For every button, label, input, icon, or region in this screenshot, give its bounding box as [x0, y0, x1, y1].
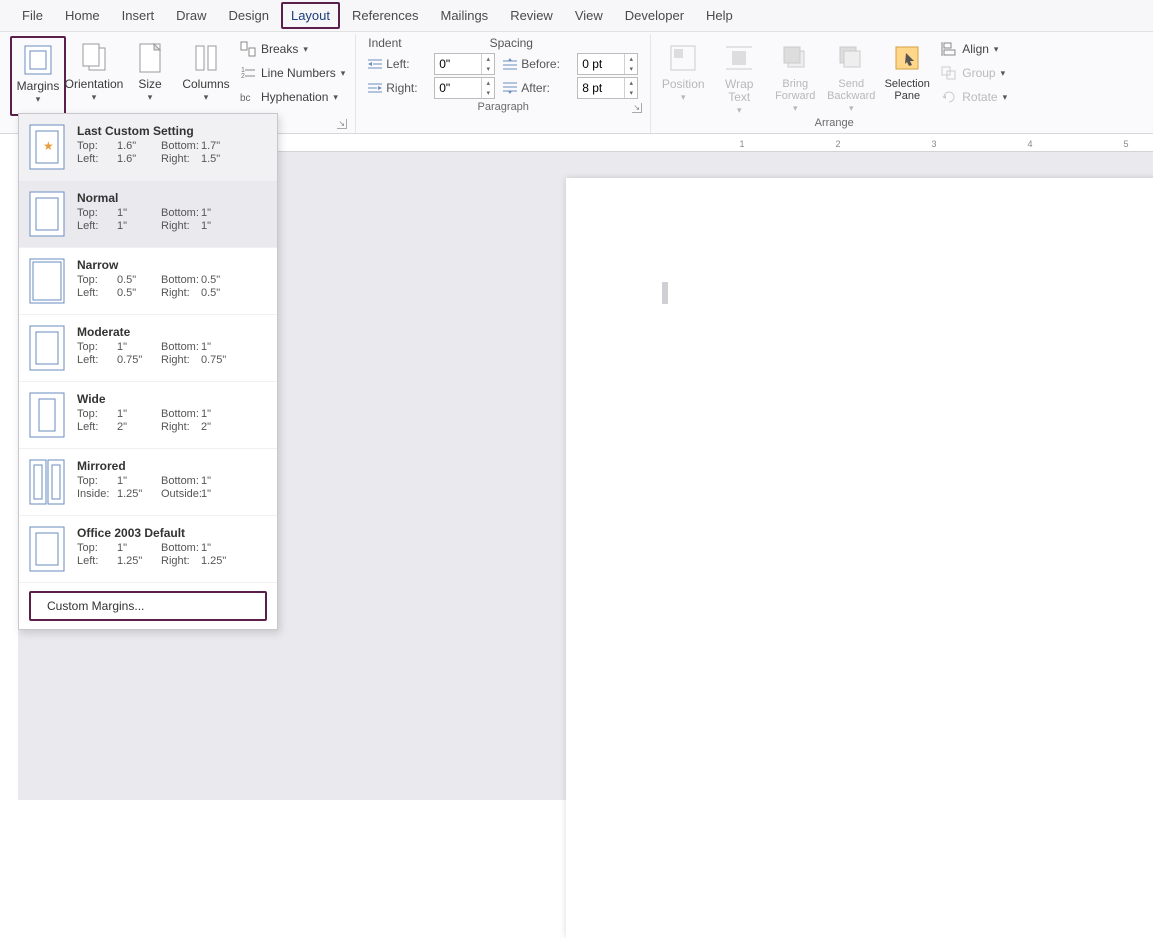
ruler-tick: 2 — [835, 139, 840, 149]
selection-pane-button[interactable]: Selection Pane — [879, 36, 935, 116]
margin-option-title: Last Custom Setting — [77, 124, 267, 138]
rotate-icon — [941, 90, 957, 104]
margins-icon — [23, 42, 53, 78]
margin-option-title: Normal — [77, 191, 267, 205]
spacing-before-input[interactable]: ▴▾ — [577, 53, 638, 75]
margins-option-moderate[interactable]: ModerateTop:1"Left:0.75"Bottom:1"Right:0… — [19, 315, 277, 382]
hyphenation-icon: bc — [240, 89, 256, 105]
spacing-after-label: After: — [503, 81, 569, 95]
position-button: Position▾ — [655, 36, 711, 116]
tab-view[interactable]: View — [565, 2, 613, 29]
margin-thumb-icon: ★ — [29, 124, 65, 170]
margin-option-title: Office 2003 Default — [77, 526, 267, 540]
margins-option-normal[interactable]: NormalTop:1"Left:1"Bottom:1"Right:1" — [19, 181, 277, 248]
ruler-tick: 5 — [1123, 139, 1128, 149]
ruler-tick: 1 — [739, 139, 744, 149]
tab-home[interactable]: Home — [55, 2, 110, 29]
spacing-before-label: Before: — [503, 57, 569, 71]
spacing-before-icon — [503, 58, 517, 70]
send-backward-icon — [836, 40, 866, 76]
line-numbers-button[interactable]: 12 Line Numbers▾ — [240, 62, 345, 84]
indent-left-label: Left: — [368, 57, 426, 71]
position-icon — [668, 40, 698, 76]
indent-left-input[interactable]: ▴▾ — [434, 53, 495, 75]
margin-option-title: Mirrored — [77, 459, 267, 473]
wrap-text-icon — [724, 40, 754, 76]
spacing-after-icon — [503, 82, 517, 94]
group-label-paragraph: Paragraph↘ — [360, 100, 646, 115]
margin-thumb-icon — [29, 325, 65, 371]
custom-margins-button[interactable]: Custom Margins... — [29, 591, 267, 621]
selection-pane-icon — [892, 40, 922, 76]
tab-design[interactable]: Design — [219, 2, 279, 29]
svg-text:2: 2 — [241, 73, 245, 80]
orientation-button[interactable]: Orientation ▾ — [66, 36, 122, 116]
indent-header: Indent — [368, 36, 401, 50]
margin-thumb-icon — [29, 392, 65, 438]
margin-option-title: Moderate — [77, 325, 267, 339]
tab-review[interactable]: Review — [500, 2, 563, 29]
group-label-arrange: Arrange — [655, 116, 1013, 131]
margins-option-wide[interactable]: WideTop:1"Left:2"Bottom:1"Right:2" — [19, 382, 277, 449]
size-button[interactable]: Size ▾ — [122, 36, 178, 116]
group-arrange: Position▾ Wrap Text▾ Bring Forward▾ Send… — [651, 34, 1017, 133]
margin-option-title: Wide — [77, 392, 267, 406]
margin-thumb-icon — [29, 258, 65, 304]
margin-thumb-icon — [29, 191, 65, 237]
tab-layout[interactable]: Layout — [281, 2, 340, 29]
margins-option-last-custom-setting[interactable]: ★Last Custom SettingTop:1.6"Left:1.6"Bot… — [19, 114, 277, 181]
indent-right-icon — [368, 82, 382, 94]
menu-bar: File Home Insert Draw Design Layout Refe… — [0, 0, 1153, 32]
spacing-after-input[interactable]: ▴▾ — [577, 77, 638, 99]
breaks-icon — [240, 41, 256, 57]
align-icon — [941, 42, 957, 56]
orientation-icon — [79, 40, 109, 76]
wrap-text-button: Wrap Text▾ — [711, 36, 767, 116]
chevron-down-icon: ▾ — [36, 94, 41, 105]
margins-option-narrow[interactable]: NarrowTop:0.5"Left:0.5"Bottom:0.5"Right:… — [19, 248, 277, 315]
tab-developer[interactable]: Developer — [615, 2, 694, 29]
bring-forward-icon — [780, 40, 810, 76]
indent-right-label: Right: — [368, 81, 426, 95]
dialog-launcher-paragraph[interactable]: ↘ — [632, 103, 642, 113]
columns-button[interactable]: Columns ▾ — [178, 36, 234, 116]
rotate-button: Rotate▾ — [941, 86, 1007, 108]
margin-thumb-icon — [29, 459, 65, 505]
margins-label: Margins — [17, 80, 60, 93]
margins-option-office-2003-default[interactable]: Office 2003 DefaultTop:1"Left:1.25"Botto… — [19, 516, 277, 583]
tab-insert[interactable]: Insert — [112, 2, 165, 29]
columns-icon — [192, 40, 220, 76]
indent-right-input[interactable]: ▴▾ — [434, 77, 495, 99]
send-backward-button: Send Backward▾ — [823, 36, 879, 116]
tab-file[interactable]: File — [12, 2, 53, 29]
document-page[interactable] — [566, 178, 1153, 938]
margin-option-title: Narrow — [77, 258, 267, 272]
margins-dropdown: ★Last Custom SettingTop:1.6"Left:1.6"Bot… — [18, 113, 278, 630]
ruler-tick: 3 — [931, 139, 936, 149]
tab-references[interactable]: References — [342, 2, 428, 29]
text-cursor — [662, 282, 668, 304]
bring-forward-button: Bring Forward▾ — [767, 36, 823, 116]
dialog-launcher-page-setup[interactable]: ↘ — [337, 119, 347, 129]
margins-option-mirrored[interactable]: MirroredTop:1"Inside:1.25"Bottom:1"Outsi… — [19, 449, 277, 516]
spacing-header: Spacing — [490, 36, 533, 50]
group-button: Group▾ — [941, 62, 1007, 84]
group-icon — [941, 66, 957, 80]
margins-button[interactable]: Margins ▾ — [10, 36, 66, 116]
tab-mailings[interactable]: Mailings — [431, 2, 499, 29]
svg-text:★: ★ — [43, 139, 54, 153]
breaks-button[interactable]: Breaks▾ — [240, 38, 345, 60]
align-button[interactable]: Align▾ — [941, 38, 1007, 60]
margin-thumb-icon — [29, 526, 65, 572]
ruler-tick: 4 — [1027, 139, 1032, 149]
tab-draw[interactable]: Draw — [166, 2, 216, 29]
group-paragraph: Indent Spacing Left: ▴▾ Before: ▴▾ — [356, 34, 651, 133]
svg-text:bc: bc — [240, 93, 251, 104]
hyphenation-button[interactable]: bc Hyphenation▾ — [240, 86, 345, 108]
tab-help[interactable]: Help — [696, 2, 743, 29]
line-numbers-icon: 12 — [240, 65, 256, 81]
indent-left-icon — [368, 58, 382, 70]
size-icon — [136, 40, 164, 76]
